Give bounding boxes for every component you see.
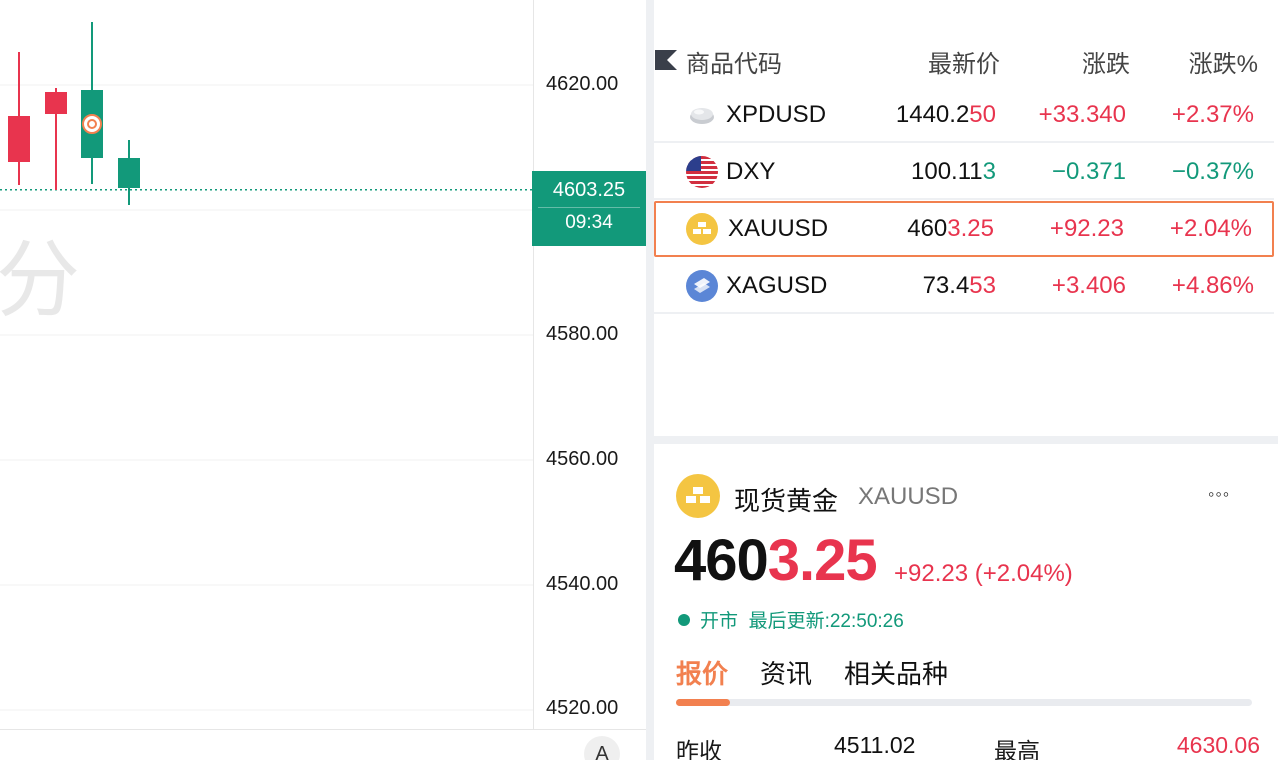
candle-body <box>45 92 67 114</box>
row-price: 73.453 <box>922 272 996 299</box>
gold-bars-icon <box>676 474 720 518</box>
row-pct: +2.04% <box>1169 215 1252 242</box>
watchlist-row-xpdusd[interactable]: XPDUSD 1440.250 +33.340 +2.37% <box>654 87 1274 143</box>
tab-indicator <box>676 699 730 706</box>
tab-indicator-track <box>676 699 1252 706</box>
watchlist-header: 商品代码 最新价 涨跌 涨跌% <box>654 42 1278 78</box>
stat-label-prev-close: 昨收 <box>676 738 722 760</box>
candle-body <box>118 158 140 188</box>
row-symbol: XAGUSD <box>726 272 828 299</box>
palladium-icon <box>690 108 714 124</box>
stat-value-high: 4630.06 <box>1176 732 1260 758</box>
candle-body <box>8 116 30 162</box>
grid-lines <box>0 84 534 711</box>
row-change: +92.23 <box>1049 215 1124 242</box>
crosshair-marker <box>82 114 102 134</box>
last-price-value: 4603.25 <box>552 179 626 201</box>
stat-value-prev-close: 4511.02 <box>834 732 916 758</box>
silver-icon <box>686 270 718 302</box>
watchlist-row-dxy[interactable]: DXY 100.113 −0.371 −0.37% <box>654 144 1274 200</box>
more-options-icon[interactable]: ◦◦◦ <box>1208 484 1230 505</box>
row-change: −0.371 <box>1051 158 1126 185</box>
x-axis-line <box>0 729 646 730</box>
current-price: 4603.25 <box>674 528 878 593</box>
panel-gap <box>654 436 1278 444</box>
tab-news[interactable]: 资讯 <box>760 654 812 691</box>
row-price: 100.113 <box>911 158 996 185</box>
price-change: +92.23 (+2.04%) <box>894 560 1073 587</box>
y-tick-label: 4520.00 <box>546 697 619 719</box>
instrument-code: XAUUSD <box>858 483 959 510</box>
y-tick-label: 4540.00 <box>546 573 619 595</box>
market-status: 开市 最后更新:22:50:26 <box>678 606 904 633</box>
y-tick-label: 4580.00 <box>546 323 619 345</box>
header-price[interactable]: 最新价 <box>928 44 1000 79</box>
auto-scale-button[interactable]: A <box>584 736 620 760</box>
y-tick-label: 4560.00 <box>546 448 619 470</box>
kline-chart[interactable]: 分 4620.00 4580.00 4560.00 4540.00 4520.0… <box>0 0 646 760</box>
watchlist-row-xauusd[interactable]: XAUUSD 4603.25 +92.23 +2.04% <box>654 201 1274 257</box>
tab-quote[interactable]: 报价 <box>676 654 728 691</box>
header-change[interactable]: 涨跌 <box>1082 44 1130 79</box>
row-change: +3.406 <box>1051 272 1126 299</box>
us-flag-icon <box>686 156 718 188</box>
instrument-detail: 现货黄金 XAUUSD ◦◦◦ 4603.25 +92.23 (+2.04%) … <box>654 444 1278 760</box>
watchlist-row-xagusd[interactable]: XAGUSD 73.453 +3.406 +4.86% <box>654 258 1274 314</box>
last-price-tag: 4603.25 09:34 <box>532 171 646 246</box>
row-pct: −0.37% <box>1171 158 1254 185</box>
candles <box>8 22 140 205</box>
row-pct: +2.37% <box>1171 101 1254 128</box>
candlestick-plot[interactable] <box>0 0 534 730</box>
stat-label-high: 最高 <box>994 738 1040 760</box>
row-price: 4603.25 <box>907 215 994 242</box>
row-symbol: DXY <box>726 158 776 185</box>
row-change: +33.340 <box>1038 101 1126 128</box>
period-watermark: 分 <box>0 231 81 329</box>
header-pct[interactable]: 涨跌% <box>1189 44 1258 79</box>
status-dot-icon <box>678 614 690 626</box>
gold-bars-icon <box>686 213 718 245</box>
tab-related[interactable]: 相关品种 <box>844 654 948 691</box>
watchlist: 商品代码 最新价 涨跌 涨跌% XPDUSD 1440.250 +33.340 … <box>654 0 1278 436</box>
row-pct: +4.86% <box>1171 272 1254 299</box>
header-code[interactable]: 商品代码 <box>686 44 782 79</box>
row-price: 1440.250 <box>895 101 996 128</box>
bar-countdown: 09:34 <box>565 212 613 233</box>
y-axis-divider <box>533 0 534 730</box>
row-symbol: XAUUSD <box>728 215 829 242</box>
row-symbol: XPDUSD <box>726 101 827 128</box>
last-updated: 最后更新:22:50:26 <box>748 611 904 632</box>
instrument-name: 现货黄金 <box>734 486 839 516</box>
y-tick-label: 4620.00 <box>546 73 619 95</box>
flag-icon <box>655 50 677 70</box>
panel-divider[interactable] <box>646 0 654 760</box>
